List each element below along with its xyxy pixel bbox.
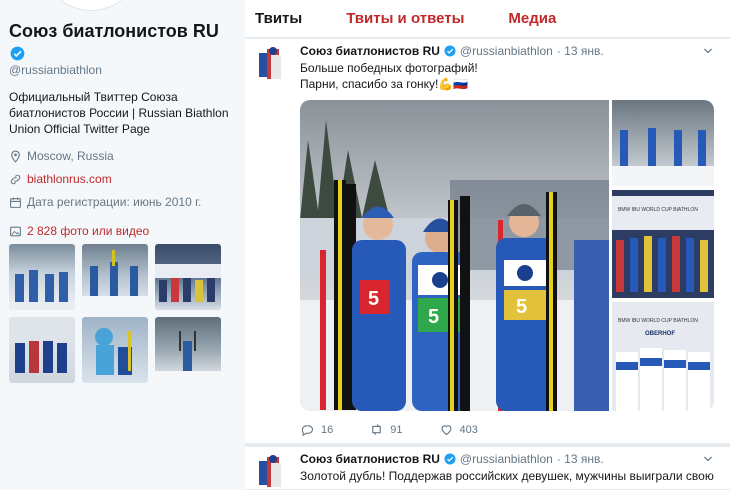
reply-button[interactable]: 16 — [300, 422, 333, 437]
bib-number: 5 — [516, 296, 527, 318]
tweet-avatar[interactable] — [257, 45, 285, 85]
tab-tweets[interactable]: Твиты — [255, 10, 302, 27]
media-thumbnail[interactable] — [155, 317, 221, 383]
tab-tweets-and-replies[interactable]: Твиты и ответы — [346, 10, 464, 27]
tweet-text: Золотой дубль! Поддержав российских деву… — [300, 468, 725, 484]
media-thumbnails — [9, 244, 224, 383]
tweet-photos[interactable]: 5 5 5 BMW IBU WORLD CUP BIATHLON BMW IBU… — [300, 100, 714, 411]
tweet-avatar[interactable] — [257, 453, 285, 490]
joined-text: Дата регистрации: июнь 2010 г. — [27, 195, 202, 209]
profile-website[interactable]: biathlonrus.com — [9, 172, 112, 186]
location-pin-icon — [11, 150, 20, 163]
media-thumbnail[interactable] — [82, 317, 148, 383]
profile-avatar[interactable] — [42, 0, 140, 10]
profile-handle: @russianbiathlon — [9, 63, 102, 77]
calendar-icon — [10, 197, 21, 208]
venue-text: OBERHOF — [645, 331, 675, 337]
tweet-author-handle[interactable]: @russianbiathlon — [460, 452, 553, 466]
reply-count: 16 — [321, 423, 334, 436]
photos-videos-link[interactable]: 2 828 фото или видео — [9, 224, 149, 238]
chevron-down-icon[interactable] — [702, 45, 714, 57]
tweet-text-line: Парни, спасибо за гонку!💪🇷🇺 — [300, 77, 469, 91]
tweet-media-grid[interactable]: 5 5 5 BMW IBU WORLD CUP BIATHLON BMW IBU… — [300, 100, 714, 411]
retweet-icon — [372, 424, 382, 435]
website-link[interactable]: biathlonrus.com — [27, 172, 112, 186]
bib-number: 5 — [368, 288, 379, 310]
profile-bio: Официальный Твиттер Союза биатлонистов Р… — [9, 90, 229, 136]
profile-joined: Дата регистрации: июнь 2010 г. — [9, 195, 201, 209]
verified-icon — [444, 453, 456, 465]
tweet-text-line: Золотой дубль! Поддержав российских деву… — [300, 469, 714, 483]
like-button[interactable]: 403 — [439, 422, 478, 437]
tweet-author-handle[interactable]: @russianbiathlon — [460, 44, 553, 58]
media-thumbnail[interactable] — [82, 244, 148, 310]
photos-videos-count[interactable]: 2 828 фото или видео — [27, 224, 149, 238]
verified-icon — [10, 46, 25, 61]
reply-icon — [301, 425, 314, 437]
profile-name: Союз биатлонистов RU — [9, 21, 219, 41]
location-text: Moscow, Russia — [27, 149, 114, 163]
tweet-text-line: Больше победных фотографий! — [300, 61, 478, 75]
bib-number: 5 — [428, 306, 439, 328]
media-thumbnail[interactable] — [9, 317, 75, 383]
tweet-actions: 16 91 403 — [300, 422, 514, 437]
tweet-date[interactable]: · 13 янв. — [557, 452, 604, 466]
like-count: 403 — [459, 423, 478, 436]
media-thumbnail[interactable] — [155, 244, 221, 310]
verified-icon — [444, 45, 456, 57]
retweet-count: 91 — [390, 423, 403, 436]
tweet-author-name[interactable]: Союз биатлонистов RU — [300, 44, 440, 58]
tweet-header: Союз биатлонистов RU @russianbiathlon · … — [300, 44, 604, 58]
tab-media[interactable]: Медиа — [508, 10, 556, 27]
tweet-author-name[interactable]: Союз биатлонистов RU — [300, 452, 440, 466]
tweet[interactable]: Союз биатлонистов RU @russianbiathlon · … — [245, 447, 730, 490]
media-thumbnail[interactable] — [9, 244, 75, 310]
chevron-down-icon[interactable] — [702, 453, 714, 465]
timeline: Твиты Твиты и ответы Медиа Союз биатлони… — [245, 0, 730, 490]
banner-text: BMW IBU WORLD CUP BIATHLON — [618, 207, 698, 213]
tweet-header: Союз биатлонистов RU @russianbiathlon · … — [300, 452, 604, 466]
profile-location: Moscow, Russia — [9, 149, 114, 163]
tweet-text: Больше победных фотографий! Парни, спаси… — [300, 60, 725, 92]
profile-tabs: Твиты Твиты и ответы Медиа — [245, 0, 730, 38]
profile-sidebar: Союз биатлонистов RU @russianbiathlon Оф… — [0, 0, 245, 490]
heart-icon — [441, 425, 451, 436]
retweet-button[interactable]: 91 — [369, 422, 403, 437]
banner-text: BMW IBU WORLD CUP BIATHLON — [618, 318, 698, 324]
tweet[interactable]: Союз биатлонистов RU @russianbiathlon · … — [245, 39, 730, 444]
image-icon — [10, 226, 21, 236]
tweet-date[interactable]: · 13 янв. — [557, 44, 604, 58]
link-icon — [10, 174, 21, 184]
